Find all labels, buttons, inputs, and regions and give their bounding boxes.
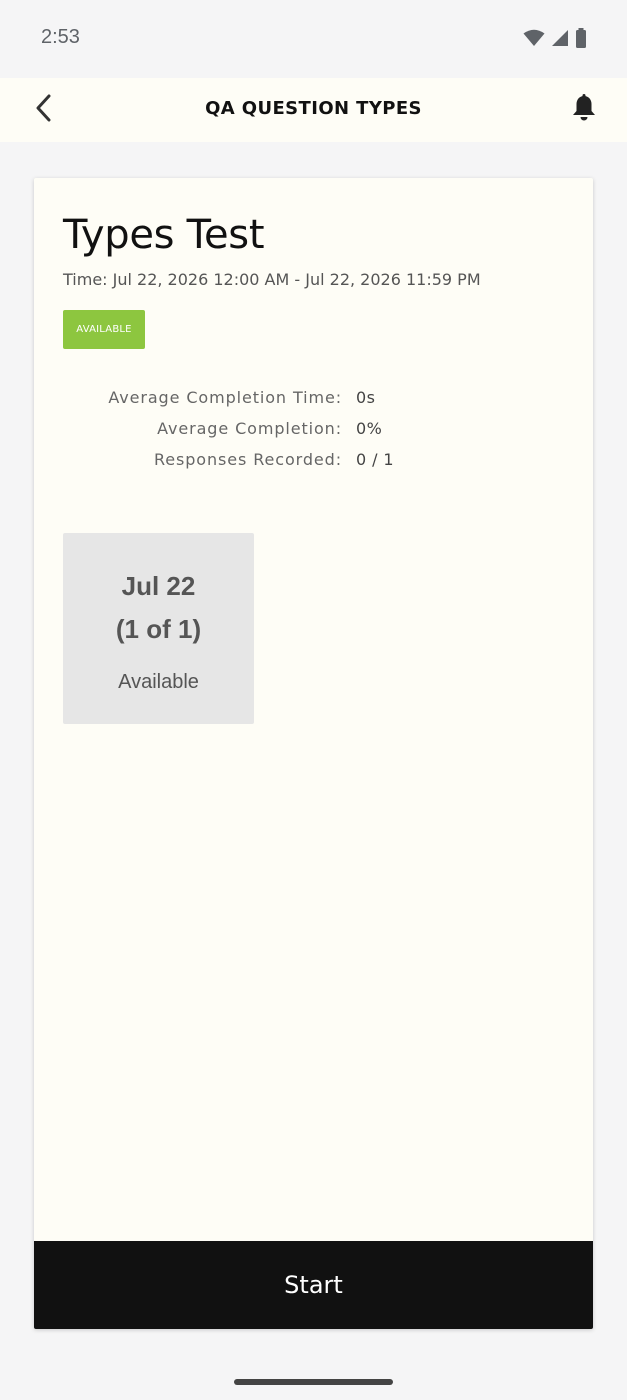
survey-title: Types Test	[63, 212, 265, 258]
battery-icon	[575, 28, 587, 48]
wifi-icon	[523, 29, 545, 47]
stat-row-responses-recorded: Responses Recorded: 0 / 1	[34, 450, 593, 481]
stat-row-average-completion: Average Completion: 0%	[34, 419, 593, 450]
survey-card: Types Test Time: Jul 22, 2026 12:00 AM -…	[34, 178, 593, 1329]
stat-label: Responses Recorded:	[153, 450, 342, 469]
bell-icon	[571, 94, 597, 126]
start-button[interactable]: Start	[34, 1241, 593, 1329]
status-bar: 2:53	[0, 0, 627, 78]
status-icons	[523, 28, 587, 48]
stats-list: Average Completion Time: 0s Average Comp…	[34, 388, 593, 481]
stat-label: Average Completion:	[157, 419, 342, 438]
stat-value: 0 / 1	[356, 450, 394, 469]
session-status: Available	[118, 671, 199, 693]
survey-time: Time: Jul 22, 2026 12:00 AM - Jul 22, 20…	[63, 270, 481, 289]
stat-row-average-completion-time: Average Completion Time: 0s	[34, 388, 593, 419]
screen: 2:53 QA QUESTION TYPES Types Test Time: …	[0, 0, 627, 1400]
session-count: (1 of 1)	[115, 614, 202, 644]
stat-value: 0%	[356, 419, 383, 438]
stat-label: Average Completion Time:	[108, 388, 342, 407]
stat-value: 0s	[356, 388, 376, 407]
app-bar: QA QUESTION TYPES	[0, 78, 627, 142]
home-indicator[interactable]	[234, 1379, 393, 1385]
session-tile[interactable]: Jul 22 (1 of 1) Available	[63, 533, 254, 724]
status-badge: AVAILABLE	[63, 310, 145, 349]
session-date: Jul 22	[121, 571, 196, 601]
notifications-button[interactable]	[569, 94, 599, 126]
page-title: QA QUESTION TYPES	[205, 98, 422, 119]
status-time: 2:53	[41, 26, 80, 48]
signal-icon	[551, 29, 569, 47]
